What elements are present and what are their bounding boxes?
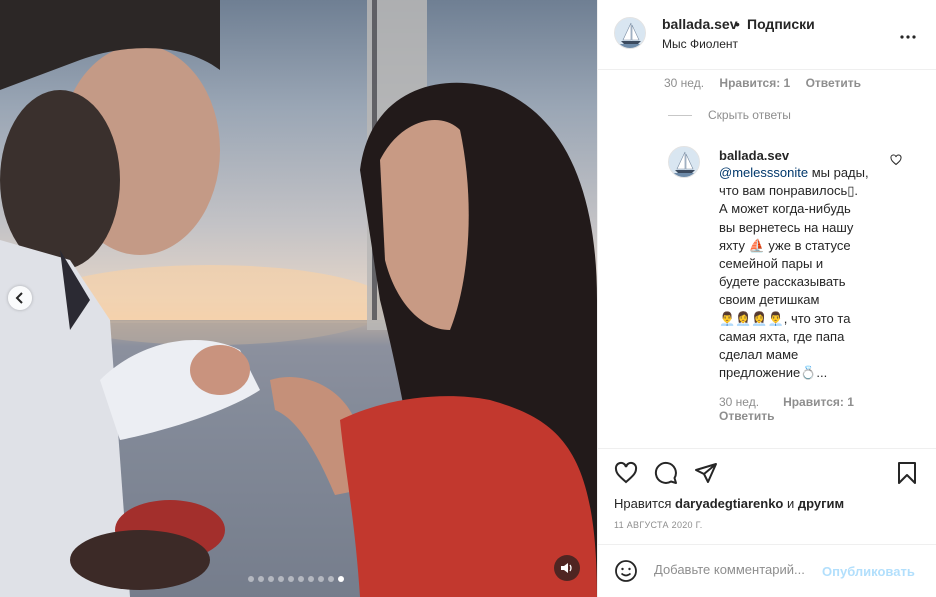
carousel-dot (338, 576, 344, 582)
add-comment-section: Опубликовать (598, 544, 936, 597)
comment-reply-button[interactable]: Ответить (806, 76, 861, 90)
speaker-icon (561, 563, 572, 573)
post-author-username[interactable]: ballada.sev (662, 16, 738, 32)
likes-summary: Нравится daryadegtiarenko и другим (614, 496, 844, 511)
carousel-dot (328, 576, 334, 582)
more-options-button[interactable] (900, 24, 916, 42)
previous-slide-button[interactable] (8, 286, 32, 310)
post-header: ballada.sev • Подписки Мыс Фиолент (598, 0, 936, 70)
reply-line: А может когда-нибудь (719, 201, 851, 217)
heart-icon (890, 154, 902, 166)
reply-reply-button[interactable]: Ответить (719, 409, 774, 423)
comment-input[interactable] (654, 562, 816, 577)
reply-time[interactable]: 30 нед. (719, 395, 759, 409)
hide-replies-button[interactable]: Скрыть ответы (668, 108, 791, 122)
sailboat-avatar-icon (669, 147, 699, 177)
smiley-icon (615, 560, 637, 582)
bookmark-icon (898, 462, 916, 484)
comment-bubble-icon (654, 461, 677, 484)
post-side-panel: ballada.sev • Подписки Мыс Фиолент 30 не… (597, 0, 936, 597)
chevron-left-icon (15, 292, 23, 304)
likes-prefix: Нравится (614, 496, 672, 511)
like-reply-button[interactable] (890, 153, 902, 171)
carousel-dot (278, 576, 284, 582)
reply-line: вы вернетесь на нашу (719, 219, 854, 235)
reply-likes-count[interactable]: Нравится: 1 (783, 395, 854, 409)
audio-toggle-button[interactable] (554, 555, 580, 581)
divider-line (668, 114, 692, 116)
emoji-button[interactable] (614, 559, 638, 588)
carousel-indicator (248, 576, 344, 582)
reply-line: своим детишкам (719, 292, 820, 308)
reply-line: самая яхта, где папа (719, 328, 845, 344)
reply-line: предложение💍... (719, 365, 828, 381)
carousel-dot (258, 576, 264, 582)
reply-meta: 30 нед. Нравится: 1 Ответить (719, 395, 879, 423)
header-separator: • (735, 16, 740, 32)
save-button[interactable] (895, 461, 919, 490)
paper-plane-icon (695, 463, 717, 483)
reply-username[interactable]: ballada.sev (719, 148, 789, 163)
liker-username[interactable]: daryadegtiarenko (675, 496, 783, 511)
post-actions-bar (598, 448, 936, 498)
publish-button[interactable]: Опубликовать (822, 564, 915, 579)
post-media-video[interactable] (0, 0, 597, 597)
hide-replies-label: Скрыть ответы (708, 108, 791, 122)
comment-meta: 30 нед. Нравится: 1 Ответить (664, 76, 861, 90)
post-location[interactable]: Мыс Фиолент (662, 37, 738, 51)
following-button[interactable]: Подписки (747, 16, 815, 32)
likes-conjunction: и (787, 496, 795, 511)
reply-line: семейной пары и (719, 256, 824, 272)
reply-line: яхту ⛵ уже в статусе (719, 237, 851, 253)
mention-link[interactable]: @melesssonite (719, 165, 808, 180)
reply-text: @melesssonite мы рады, что вам понравило… (719, 164, 874, 382)
comment-time[interactable]: 30 нед. (664, 76, 704, 90)
reply-line: мы рады, (811, 165, 869, 180)
reply-line: будете рассказывать (719, 274, 846, 290)
share-button[interactable] (694, 461, 718, 490)
post-date[interactable]: 11 АВГУСТА 2020 Г. (614, 520, 703, 530)
video-frame (0, 0, 597, 597)
like-button[interactable] (614, 461, 638, 490)
reply-line: сделал маме (719, 347, 799, 363)
more-horizontal-icon (900, 35, 916, 39)
comment-likes-count[interactable]: Нравится: 1 (719, 76, 790, 90)
reply-line: 👨‍💼👩‍💼👩‍💼👨‍💼, что это та (719, 310, 851, 326)
carousel-dot (268, 576, 274, 582)
reply-avatar[interactable] (668, 146, 700, 178)
carousel-dot (298, 576, 304, 582)
instagram-post: ballada.sev • Подписки Мыс Фиолент 30 не… (0, 0, 936, 597)
carousel-dot (288, 576, 294, 582)
carousel-dot (248, 576, 254, 582)
heart-icon (614, 461, 638, 484)
reply-line: что вам понравилось▯. (719, 183, 859, 199)
carousel-dot (318, 576, 324, 582)
avatar[interactable] (614, 17, 646, 49)
carousel-dot (308, 576, 314, 582)
likes-others-link[interactable]: другим (798, 496, 844, 511)
sailboat-avatar-icon (615, 18, 645, 48)
comment-button[interactable] (654, 461, 678, 490)
